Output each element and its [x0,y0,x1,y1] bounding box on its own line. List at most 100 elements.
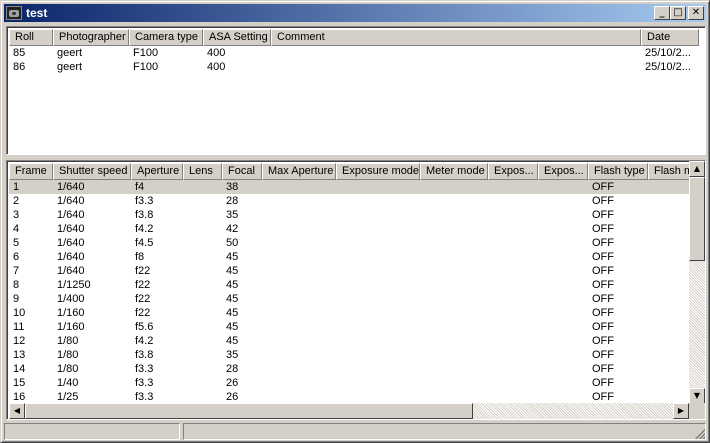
table-row[interactable]: 2 1/640 f3.3 28 OFF [9,194,689,208]
table-cell: 1/80 [57,335,79,347]
table-row[interactable]: 3 1/640 f3.8 35 OFF [9,208,689,222]
table-cell: 26 [226,377,239,389]
table-cell: 28 [226,363,239,375]
frames-col-expos[interactable]: Expos... [538,163,588,180]
rolls-col-camera-type[interactable]: Camera type [129,29,203,46]
maximize-button[interactable]: □ [670,6,686,20]
table-cell: 25/10/2... [645,61,691,73]
table-cell: 2 [13,195,20,207]
scrollbar-corner [689,403,705,419]
frames-col-exposure-mode[interactable]: Exposure mode [336,163,420,180]
table-cell: 11 [13,321,25,333]
table-cell: OFF [592,307,614,319]
title-bar[interactable]: test _ □ ✕ [4,4,706,22]
table-cell: f3.8 [135,209,154,221]
table-cell: 1/400 [57,293,85,305]
minimize-button[interactable]: _ [654,6,670,20]
table-cell: 28 [226,195,239,207]
table-cell: F100 [133,47,159,59]
table-row[interactable]: 16 1/25 f3.3 26 OFF [9,390,689,404]
rolls-list[interactable]: Roll Photographer Camera type ASA Setting Co… [6,26,706,155]
table-cell: 45 [226,251,239,263]
horizontal-scroll-thumb[interactable] [25,403,473,419]
table-row[interactable]: 13 1/80 f3.8 35 OFF [9,348,689,362]
table-cell: 1/160 [57,307,85,319]
table-cell: f3.3 [135,363,154,375]
rolls-col-asa-setting[interactable]: ASA Setting [203,29,271,46]
scroll-right-button[interactable]: ▶ [673,403,689,419]
rolls-col-date[interactable]: Date [641,29,699,46]
table-cell: geert [57,47,83,59]
frames-col-lens[interactable]: Lens [183,163,222,180]
table-cell: f22 [135,279,151,291]
vertical-scrollbar[interactable]: ▲ ▼ [689,161,705,404]
table-row[interactable]: 7 1/640 f22 45 OFF [9,264,689,278]
vertical-scroll-thumb[interactable] [689,177,705,261]
scroll-left-button[interactable]: ◀ [9,403,25,419]
table-row[interactable]: 85 geert F100 400 25/10/2... [9,46,703,60]
table-cell: OFF [592,237,614,249]
frames-col-frame[interactable]: Frame [9,163,53,180]
maximize-icon: □ [673,7,683,18]
table-row[interactable]: 10 1/160 f22 45 OFF [9,306,689,320]
frames-col-aperture[interactable]: Aperture [131,163,183,180]
scroll-up-button[interactable]: ▲ [689,161,705,177]
table-cell: OFF [592,321,614,333]
table-cell: f4.2 [135,335,154,347]
close-button[interactable]: ✕ [688,6,704,20]
frames-col-max-aperture[interactable]: Max Aperture [262,163,336,180]
table-cell: 25/10/2... [645,47,691,59]
table-row[interactable]: 5 1/640 f4.5 50 OFF [9,236,689,250]
table-cell: 45 [226,335,239,347]
table-row[interactable]: 1 1/640 f4 38 OFF [9,180,689,194]
rolls-rows: 85 geert F100 400 25/10/2... 86 geert F100 400 25… [9,46,703,74]
table-row[interactable]: 11 1/160 f5.6 45 OFF [9,320,689,334]
rolls-col-roll[interactable]: Roll [9,29,53,46]
camera-icon[interactable] [6,6,22,20]
table-cell: 1/1250 [57,279,91,291]
table-cell: 45 [226,279,239,291]
table-cell: 85 [13,47,26,59]
table-cell: 5 [13,237,20,249]
table-cell: 400 [207,61,226,73]
table-cell: 16 [13,391,26,403]
table-cell: 1 [13,181,20,193]
frames-list[interactable]: Frame Shutter speed Aperture Lens Focal Max A… [6,160,706,420]
table-row[interactable]: 4 1/640 f4.2 42 OFF [9,222,689,236]
table-cell: 8 [13,279,20,291]
table-row[interactable]: 9 1/400 f22 45 OFF [9,292,689,306]
frames-col-expos[interactable]: Expos... [488,163,538,180]
minimize-icon: _ [659,7,665,18]
table-cell: 1/640 [57,209,85,221]
window-title: test [26,6,48,20]
table-row[interactable]: 15 1/40 f3.3 26 OFF [9,376,689,390]
arrow-left-icon: ◀ [13,406,21,415]
frames-col-meter-mode[interactable]: Meter mode [420,163,488,180]
table-row[interactable]: 86 geert F100 400 25/10/2... [9,60,703,74]
table-cell: 13 [13,349,26,361]
table-cell: f5.6 [135,321,154,333]
horizontal-scrollbar[interactable]: ◀ ▶ [9,403,689,419]
table-cell: OFF [592,293,614,305]
frames-col-flash-m[interactable]: Flash m [648,163,690,180]
table-cell: OFF [592,363,614,375]
rolls-col-comment[interactable]: Comment [271,29,641,46]
frames-col-flash-type[interactable]: Flash type [588,163,648,180]
table-row[interactable]: 12 1/80 f4.2 45 OFF [9,334,689,348]
status-panel-2 [183,423,706,440]
table-row[interactable]: 8 1/1250 f22 45 OFF [9,278,689,292]
table-cell: 1/40 [57,377,79,389]
arrow-up-icon: ▲ [693,164,701,173]
table-cell: 35 [226,349,239,361]
table-cell: 1/640 [57,181,85,193]
table-cell: 400 [207,47,226,59]
table-row[interactable]: 14 1/80 f3.3 28 OFF [9,362,689,376]
resize-grip-icon[interactable] [692,426,705,439]
table-cell: f3.3 [135,195,154,207]
scroll-down-button[interactable]: ▼ [689,388,705,404]
rolls-col-photographer[interactable]: Photographer [53,29,129,46]
table-cell: 26 [226,391,239,403]
table-row[interactable]: 6 1/640 f8 45 OFF [9,250,689,264]
frames-col-shutter-speed[interactable]: Shutter speed [53,163,131,180]
frames-col-focal[interactable]: Focal [222,163,262,180]
